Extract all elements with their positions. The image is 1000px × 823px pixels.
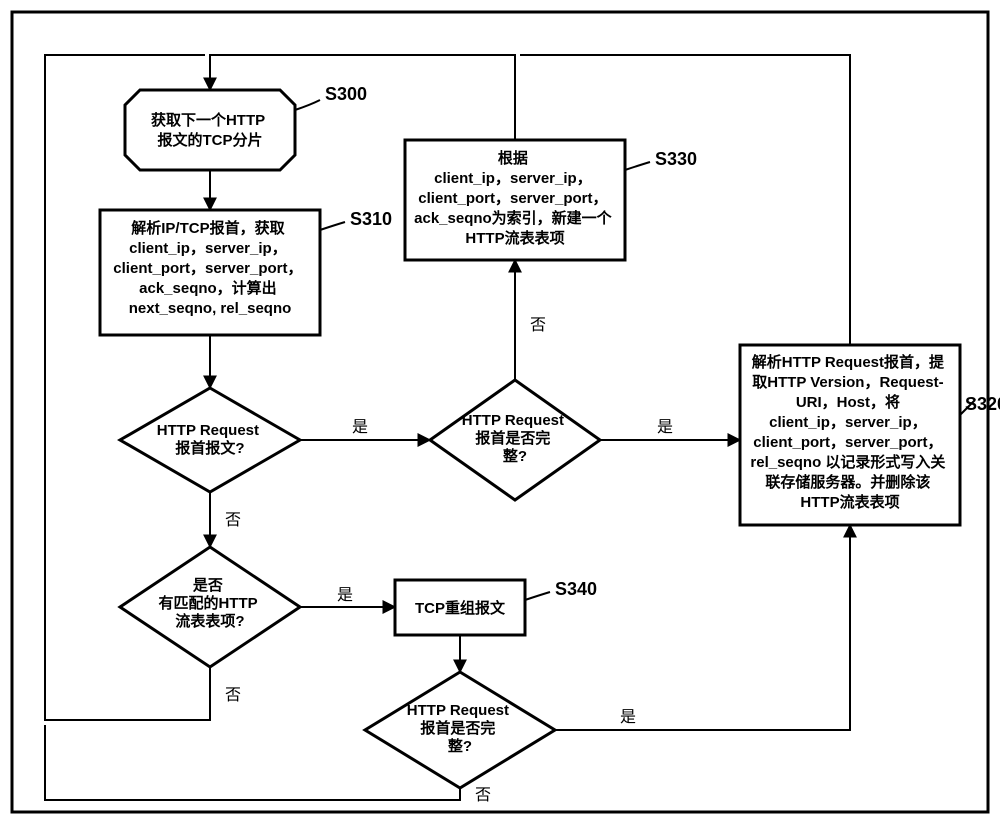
s330-line4: HTTP流表表项 xyxy=(465,229,564,247)
edge-d3-no-label: 否 xyxy=(225,687,241,704)
s340-label: S340 xyxy=(555,579,597,599)
s330-line1: client_ip，server_ip， xyxy=(434,170,592,187)
node-s310: 解析IP/TCP报首，获取 client_ip，server_ip， clien… xyxy=(100,209,392,335)
svg-text:TCP重组报文: TCP重组报文 xyxy=(415,599,506,617)
node-s340: TCP重组报文 S340 xyxy=(395,579,597,635)
s330-line2: client_port，server_port， xyxy=(418,190,607,207)
edge-d1-yes-label: 是 xyxy=(352,419,368,436)
s330-label: S330 xyxy=(655,149,697,169)
edge-d4-s320 xyxy=(555,525,850,730)
d3-line1: 有匹配的HTTP xyxy=(158,594,257,612)
s320-line6: 联存储服务器。并删除该 xyxy=(765,473,930,491)
s310-line4: next_seqno, rel_seqno xyxy=(129,300,292,317)
d2-line2: 整? xyxy=(503,447,527,465)
s310-label: S310 xyxy=(350,209,392,229)
s300-line0: 获取下一个HTTP xyxy=(151,111,265,129)
s300-line1: 报文的TCP分片 xyxy=(157,131,262,149)
s320-line3: client_ip，server_ip， xyxy=(769,414,927,431)
d1-line0: HTTP Request xyxy=(157,422,259,439)
s320-line1: 取HTTP Version，Request- xyxy=(752,374,943,391)
d4-line2: 整? xyxy=(448,737,472,755)
edge-d2-no-label: 否 xyxy=(530,317,546,334)
node-s330: 根据 client_ip，server_ip， client_port，serv… xyxy=(405,140,697,260)
s300-label: S300 xyxy=(325,84,367,104)
d4-line0: HTTP Request xyxy=(407,702,509,719)
decision-d3: 是否 有匹配的HTTP 流表表项? xyxy=(120,547,300,667)
d4-line1: 报首是否完 xyxy=(420,719,495,737)
s310-line2: client_port，server_port， xyxy=(113,260,302,277)
decision-d2: HTTP Request 报首是否完 整? xyxy=(430,380,600,500)
s320-line5: rel_seqno 以记录形式写入关 xyxy=(750,453,945,471)
d1-line1: 报首报文? xyxy=(175,439,244,457)
node-s320: 解析HTTP Request报首，提 取HTTP Version，Request… xyxy=(740,345,1000,525)
edge-d4-yes-label: 是 xyxy=(620,709,636,726)
s330-line0: 根据 xyxy=(498,149,528,167)
edge-d2-yes-label: 是 xyxy=(657,419,673,436)
edge-d3-yes-label: 是 xyxy=(337,587,353,604)
s320-line2: URI，Host，将 xyxy=(796,393,900,411)
s320-line0: 解析HTTP Request报首，提 xyxy=(752,353,945,371)
s310-line3: ack_seqno，计算出 xyxy=(139,279,277,297)
s340-line0: TCP重组报文 xyxy=(415,599,506,617)
node-s300: 获取下一个HTTP 报文的TCP分片 S300 xyxy=(125,84,367,170)
edge-d1-no-label: 否 xyxy=(225,512,241,529)
s330-line3: ack_seqno为索引，新建一个 xyxy=(414,209,613,227)
s320-line4: client_port，server_port， xyxy=(753,434,942,451)
s320-line7: HTTP流表表项 xyxy=(800,493,899,511)
flowchart: 获取下一个HTTP 报文的TCP分片 S300 解析IP/TCP报首，获取 cl… xyxy=(0,0,1000,823)
svg-text:解析IP/TCP报首，获取 client_ip，: 解析IP/TCP报首，获取 client_ip，server_ip， clien… xyxy=(113,219,306,317)
s310-line0: 解析IP/TCP报首，获取 xyxy=(131,219,285,237)
edge-d4-no-label: 否 xyxy=(475,787,491,804)
d3-line2: 流表表项? xyxy=(175,612,244,630)
s310-line1: client_ip，server_ip， xyxy=(129,240,287,257)
decision-d1: HTTP Request 报首报文? xyxy=(120,388,300,492)
d2-line1: 报首是否完 xyxy=(475,429,550,447)
decision-d4: HTTP Request 报首是否完 整? xyxy=(365,672,555,788)
d3-line0: 是否 xyxy=(192,577,223,594)
d2-line0: HTTP Request xyxy=(462,412,564,429)
